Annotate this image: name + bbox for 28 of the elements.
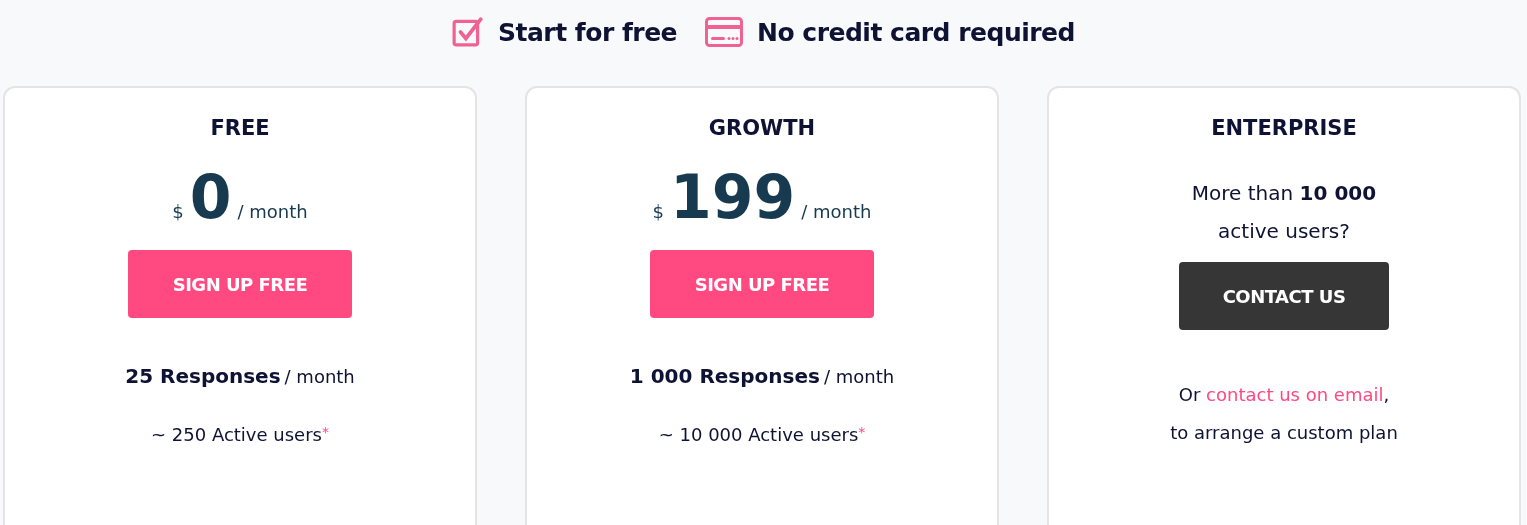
currency: $ [172, 201, 184, 222]
responses-period: / month [284, 366, 355, 387]
checkbox-icon [452, 16, 485, 48]
contact-note: to arrange a custom plan [1170, 421, 1398, 445]
plan-name: ENTERPRISE [1211, 116, 1357, 142]
signup-button[interactable]: SIGN UP FREE [128, 250, 352, 318]
footnote-mark: * [858, 424, 866, 440]
currency: $ [652, 201, 664, 222]
contact-note: Or contact us on email, [1177, 383, 1391, 407]
signup-button[interactable]: SIGN UP FREE [650, 250, 874, 318]
perk-label: No credit card required [757, 17, 1075, 47]
price-amount: 199 [670, 162, 796, 232]
responses-count: 25 Responses [125, 364, 281, 388]
plan-question: More than 10 000 active users? [1190, 180, 1378, 245]
price-period: / month [237, 201, 308, 222]
active-users: ~ 10 000 Active users [658, 424, 859, 445]
perk-label: Start for free [498, 17, 678, 47]
email-link[interactable]: contact us on email [1206, 384, 1384, 405]
responses-count: 1 000 Responses [629, 364, 820, 388]
responses-period: / month [823, 366, 895, 387]
plan-name: FREE [210, 116, 270, 142]
footnote-mark: * [321, 424, 329, 440]
credit-card-icon [705, 17, 744, 47]
active-users: ~ 250 Active users [151, 424, 322, 445]
price-amount: 0 [189, 162, 232, 232]
contact-button[interactable]: CONTACT US [1179, 262, 1389, 330]
plan-name: GROWTH [708, 116, 816, 142]
price-period: / month [801, 201, 872, 222]
